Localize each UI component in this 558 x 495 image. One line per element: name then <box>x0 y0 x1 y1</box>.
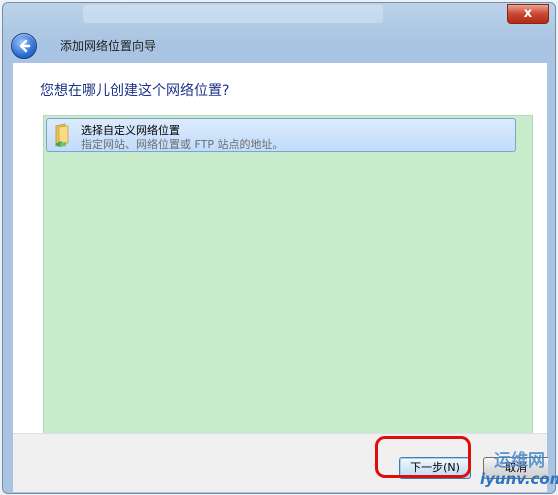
watermark: 运维网 iyunv.com <box>480 440 558 492</box>
wizard-content: 您想在哪儿创建这个网络位置? 选择自定义网络位置 指定网站、网络位置或 FTP … <box>13 63 547 435</box>
watermark-line1: 运维网 <box>494 451 545 471</box>
folder-network-icon <box>55 123 69 147</box>
highlight-annotation <box>375 436 471 478</box>
close-button[interactable]: x <box>507 4 549 24</box>
watermark-line2: iyunv.com <box>480 470 558 488</box>
back-arrow-icon <box>19 39 31 53</box>
list-item-custom-location[interactable]: 选择自定义网络位置 指定网站、网络位置或 FTP 站点的地址。 <box>46 118 516 152</box>
wizard-window: x 添加网络位置向导 您想在哪儿创建这个网络位置? 选择自定义网络位置 指定网站… <box>2 2 556 494</box>
title-bar[interactable]: x <box>3 3 555 29</box>
wizard-title: 添加网络位置向导 <box>60 39 157 53</box>
wizard-header: 添加网络位置向导 <box>3 29 555 63</box>
title-bar-background <box>83 5 383 23</box>
page-question: 您想在哪儿创建这个网络位置? <box>40 83 230 99</box>
list-item-description: 指定网站、网络位置或 FTP 站点的地址。 <box>81 138 284 151</box>
location-list: 选择自定义网络位置 指定网站、网络位置或 FTP 站点的地址。 <box>43 115 533 435</box>
back-button[interactable] <box>11 33 37 59</box>
